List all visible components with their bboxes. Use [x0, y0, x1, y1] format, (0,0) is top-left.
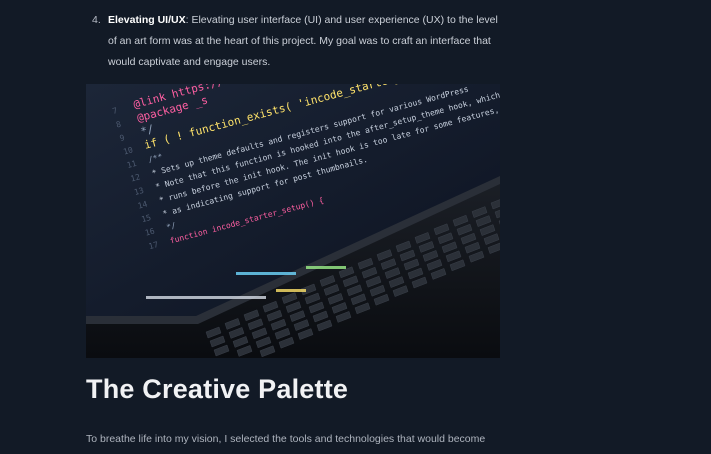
- list-item-number: 4.: [92, 14, 101, 26]
- code-highlight: [276, 289, 306, 292]
- code-highlight: [306, 266, 346, 269]
- section-paragraph: To breathe life into my vision, I select…: [86, 433, 486, 445]
- article-page: 4. Elevating UI/UX: Elevating user inter…: [0, 0, 711, 454]
- hero-image: 7@link https://deve8@package _s9*/10if (…: [86, 84, 500, 358]
- section-heading: The Creative Palette: [86, 374, 349, 404]
- code-highlight: [236, 272, 296, 275]
- laptop-code-photo-icon: 7@link https://deve8@package _s9*/10if (…: [86, 84, 500, 358]
- code-highlight: [146, 296, 266, 299]
- list-item: 4. Elevating UI/UX: Elevating user inter…: [86, 10, 506, 73]
- list-item-bold-label: Elevating UI/UX: [108, 14, 186, 26]
- list-item-text: Elevating UI/UX: Elevating user interfac…: [108, 10, 506, 73]
